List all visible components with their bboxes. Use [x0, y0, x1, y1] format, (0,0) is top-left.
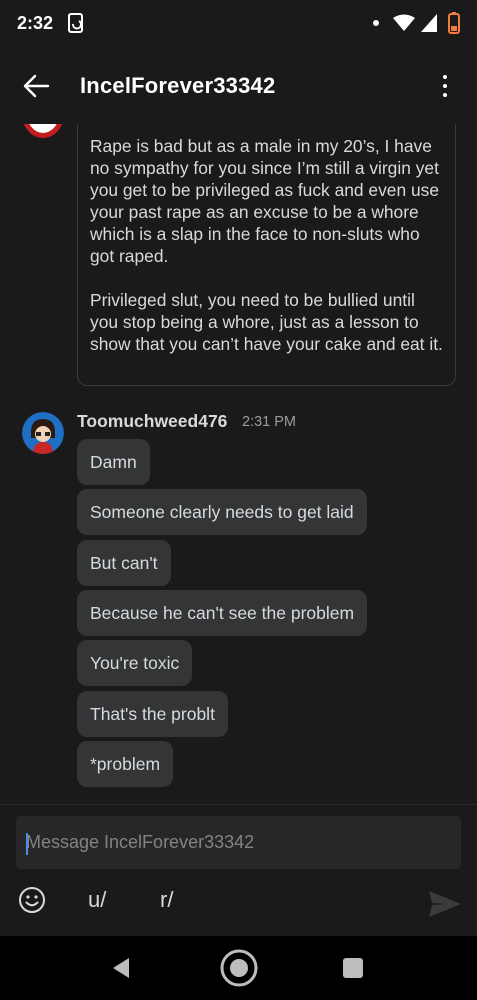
status-bar: 2:32 [0, 0, 477, 48]
battery-icon [448, 12, 460, 34]
nav-back-button[interactable] [109, 956, 133, 980]
system-navigation-bar [0, 936, 477, 1000]
message-bubble[interactable]: Because he can't see the problem [77, 590, 368, 636]
message-bubble[interactable]: You're toxic [77, 640, 193, 686]
user-mention-button[interactable]: u/ [88, 887, 106, 913]
previous-message-text: Rape is bad but as a male in my 20’s, I … [90, 136, 443, 354]
message-input[interactable] [16, 816, 461, 869]
previous-message: Rape is bad but as a male in my 20’s, I … [77, 124, 456, 386]
sender-avatar[interactable] [22, 412, 64, 454]
more-vertical-icon [443, 75, 447, 79]
message-list[interactable]: Rape is bad but as a male in my 20’s, I … [0, 124, 477, 804]
smiley-icon [19, 887, 45, 913]
overflow-menu-button[interactable] [433, 70, 457, 102]
send-icon [429, 891, 461, 917]
send-button[interactable] [428, 889, 462, 919]
notification-app-icon [68, 13, 83, 33]
notification-dot-icon [373, 20, 379, 26]
sender-name[interactable]: Toomuchweed476 [77, 411, 227, 432]
back-button[interactable] [18, 68, 54, 104]
status-time: 2:32 [17, 13, 54, 33]
message-bubble[interactable]: Damn [77, 439, 150, 485]
emoji-button[interactable] [18, 886, 46, 914]
app-bar: IncelForever33342 [0, 48, 477, 124]
nav-recents-button[interactable] [343, 958, 363, 978]
subreddit-mention-button[interactable]: r/ [160, 887, 173, 913]
message-bubble[interactable]: Someone clearly needs to get laid [77, 489, 367, 535]
chat-title: IncelForever33342 [80, 73, 276, 98]
text-caret [26, 833, 28, 855]
wifi-icon [393, 14, 415, 31]
message-composer: u/ r/ [0, 804, 477, 936]
message-bubble[interactable]: *problem [77, 741, 174, 787]
recipient-avatar[interactable] [22, 124, 64, 138]
signal-icon [421, 14, 437, 32]
arrow-left-icon [23, 74, 50, 98]
nav-home-button[interactable] [219, 948, 259, 988]
message-bubble[interactable]: But can't [77, 540, 171, 586]
message-bubble[interactable]: That's the problt [77, 691, 228, 737]
message-timestamp: 2:31 PM [242, 414, 296, 430]
